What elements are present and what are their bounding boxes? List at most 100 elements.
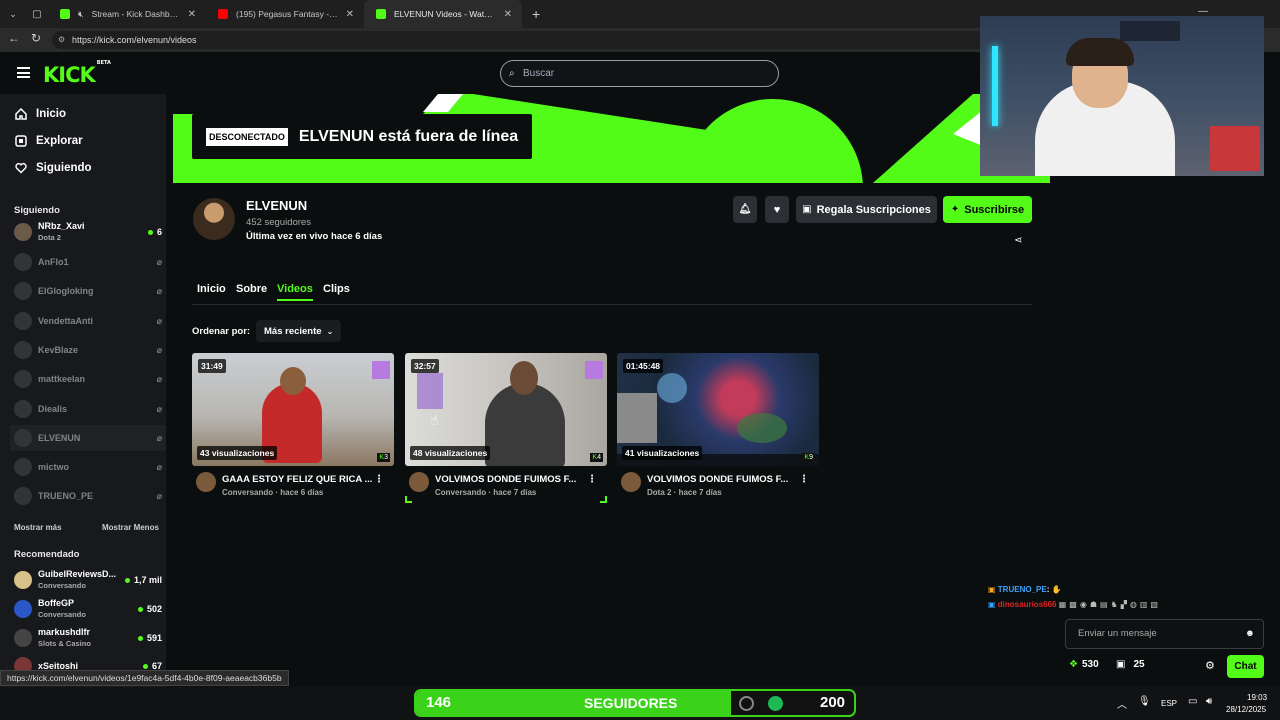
sidebar-channel-mictwo[interactable]: mictwo ⌀	[14, 454, 162, 480]
channel-category: Conversando	[38, 610, 86, 619]
clock-time[interactable]: 19:03	[1247, 693, 1267, 702]
close-tab-icon[interactable]: ✕	[504, 9, 512, 20]
offline-badge: DESCONECTADO	[206, 127, 288, 146]
url-field[interactable]: ⚙ https://kick.com/elvenun/videos	[52, 31, 992, 49]
chat-send-button[interactable]: Chat	[1227, 655, 1264, 678]
tab-inicio[interactable]: Inicio	[197, 283, 226, 295]
site-info-icon[interactable]: ⚙	[58, 31, 65, 49]
tab-underline	[277, 299, 313, 301]
goal-progress-fill	[416, 691, 732, 715]
video-views: 48 visualizaciones	[410, 446, 491, 460]
focus-corner-icon	[600, 496, 607, 503]
tab-list-icon[interactable]: ⌄	[0, 9, 26, 20]
sidebar-channel-anflo1[interactable]: AnFlo1 ⌀	[14, 249, 162, 275]
sidebar-channel-guibel[interactable]: GuibelReviewsD... Conversando 1,7 mil	[14, 567, 162, 593]
volume-icon[interactable]: 🔊︎	[1206, 696, 1212, 707]
more-options-icon[interactable]: ⋮	[587, 474, 597, 485]
kick-logo-icon	[739, 696, 754, 711]
video-thumbnail[interactable]: 01:45:48 41 visualizaciones K9	[617, 353, 819, 466]
video-card[interactable]: 01:45:48 41 visualizaciones K9 VOLVIMOS …	[617, 353, 819, 497]
gift-subs-button[interactable]: ▣ Regala Suscripciones	[796, 196, 937, 223]
settings-icon[interactable]: ⚙	[1205, 659, 1215, 672]
tab-videos[interactable]: Videos	[277, 283, 313, 295]
channel-avatar[interactable]	[193, 198, 235, 240]
show-more-link[interactable]: Mostrar más	[14, 523, 62, 532]
tab-kick-dashboard[interactable]: 🔇︎ Stream - Kick Dashboard ✕	[48, 0, 206, 28]
new-tab-icon[interactable]: +	[532, 6, 540, 22]
share-icon[interactable]: ⋖	[1014, 235, 1022, 246]
reload-icon[interactable]: ↻	[31, 31, 41, 45]
search-input[interactable]: ⌕ Buscar	[500, 60, 779, 87]
sidebar-channel-diealis[interactable]: Diealis ⌀	[14, 396, 162, 422]
sidebar-channel-nrbz-xavi[interactable]: NRbz_Xavi Dota 2 6	[14, 219, 162, 245]
tab-sobre[interactable]: Sobre	[236, 283, 267, 295]
sidebar-channel-markushdlfr[interactable]: markushdlfr Slots & Casino 591	[14, 625, 162, 651]
gift-icon: ▣	[802, 204, 812, 215]
avatar	[14, 571, 32, 589]
viewer-count: 6	[147, 227, 162, 237]
home-icon	[15, 108, 27, 120]
goal-label: SEGUIDORES	[584, 695, 678, 711]
sidebar-channel-trueno-pe[interactable]: TRUENO_PE ⌀	[14, 483, 162, 509]
offline-icon: ⌀	[156, 461, 162, 472]
nav-explorar[interactable]: Explorar	[15, 135, 83, 147]
sidebar-channel-mattkeelan[interactable]: mattkeelan ⌀	[14, 366, 162, 392]
microphone-icon[interactable]: 🎙︎	[1138, 696, 1151, 707]
workspaces-icon[interactable]: ▢	[26, 9, 48, 20]
channel-points[interactable]: ❖ 530	[1069, 659, 1099, 670]
follow-button[interactable]: ♥	[765, 196, 789, 223]
subscribe-button[interactable]: ✦ Suscribirse	[943, 196, 1032, 223]
nav-siguiendo[interactable]: Siguiendo	[15, 162, 92, 174]
avatar	[14, 223, 32, 241]
sort-dropdown[interactable]: Más reciente ⌄	[256, 320, 342, 342]
channel-name: BoffeGP	[38, 598, 74, 608]
sidebar-channel-elvenun[interactable]: ELVENUN ⌀	[10, 425, 166, 451]
chevron-up-icon[interactable]: ︿	[1117, 696, 1127, 711]
network-icon[interactable]: ▭	[1188, 696, 1197, 707]
tab-elvenun-videos[interactable]: ELVENUN Videos - Watch On-Demand ✕	[364, 0, 522, 28]
menu-icon[interactable]	[17, 67, 30, 78]
gift-counter[interactable]: ▣ 25	[1116, 659, 1145, 670]
offline-icon: ⌀	[156, 403, 162, 414]
language-indicator[interactable]: ESP	[1161, 699, 1177, 708]
video-thumbnail[interactable]: 31:49 43 visualizaciones K3	[192, 353, 394, 466]
nav-inicio[interactable]: Inicio	[15, 108, 66, 120]
video-duration: 31:49	[198, 359, 226, 373]
channel-category: Dota 2	[38, 233, 61, 242]
sidebar-channel-boffegp[interactable]: BoffeGP Conversando 502	[14, 596, 162, 622]
show-less-link[interactable]: Mostrar Menos	[102, 523, 159, 532]
more-options-icon[interactable]: ⋮	[799, 474, 809, 485]
tab-clips[interactable]: Clips	[323, 283, 350, 295]
channel-name: NRbz_Xavi	[38, 221, 85, 231]
back-icon[interactable]: ←	[8, 31, 20, 45]
focus-corner-icon	[405, 496, 412, 503]
close-tab-icon[interactable]: ✕	[346, 9, 354, 20]
sidebar-channel-kevblaze[interactable]: KevBlaze ⌀	[14, 337, 162, 363]
video-title[interactable]: VOLVIMOS DONDE FUIMOS F...	[435, 474, 585, 485]
video-card[interactable]: 31:49 43 visualizaciones K3 GAAA ESTOY F…	[192, 353, 394, 497]
video-title[interactable]: GAAA ESTOY FELIZ QUE RICA ...	[222, 474, 372, 485]
sidebar-channel-elglogloking[interactable]: ElGlogloking ⌀	[14, 278, 162, 304]
kick-badge-icon: K4	[590, 453, 603, 462]
notify-button[interactable]: 🔔︎	[733, 196, 757, 223]
kick-logo[interactable]: KICK BETA	[43, 60, 111, 87]
clock-date[interactable]: 28/12/2025	[1226, 705, 1266, 714]
video-duration: 01:45:48	[623, 359, 664, 373]
kick-badge-icon: K9	[802, 453, 815, 462]
video-card[interactable]: 32:57 48 visualizaciones K4 VOLVIMOS DON…	[405, 353, 607, 503]
video-title[interactable]: VOLVIMOS DONDE FUIMOS F...	[647, 474, 797, 485]
speaker-muted-icon[interactable]: 🔇︎	[78, 9, 84, 20]
video-thumbnail[interactable]: 32:57 48 visualizaciones K4	[405, 353, 607, 466]
channel-name: Diealis	[38, 403, 68, 414]
close-tab-icon[interactable]: ✕	[188, 9, 196, 20]
avatar	[14, 312, 32, 330]
emoji-icon[interactable]: ☻	[1245, 620, 1255, 648]
offline-message: ELVENUN está fuera de línea	[298, 127, 519, 145]
video-views: 43 visualizaciones	[197, 446, 278, 460]
chat-input[interactable]: Enviar un mensaje ☻	[1065, 619, 1264, 649]
tab-youtube[interactable]: (195) Pegasus Fantasy - Saint Seiya ✕	[206, 0, 364, 28]
sidebar-channel-vendettaanti[interactable]: VendettaAnti ⌀	[14, 308, 162, 334]
live-dot-icon	[137, 635, 143, 641]
tab-title: Stream - Kick Dashboard	[91, 9, 180, 19]
more-options-icon[interactable]: ⋮	[374, 474, 384, 485]
